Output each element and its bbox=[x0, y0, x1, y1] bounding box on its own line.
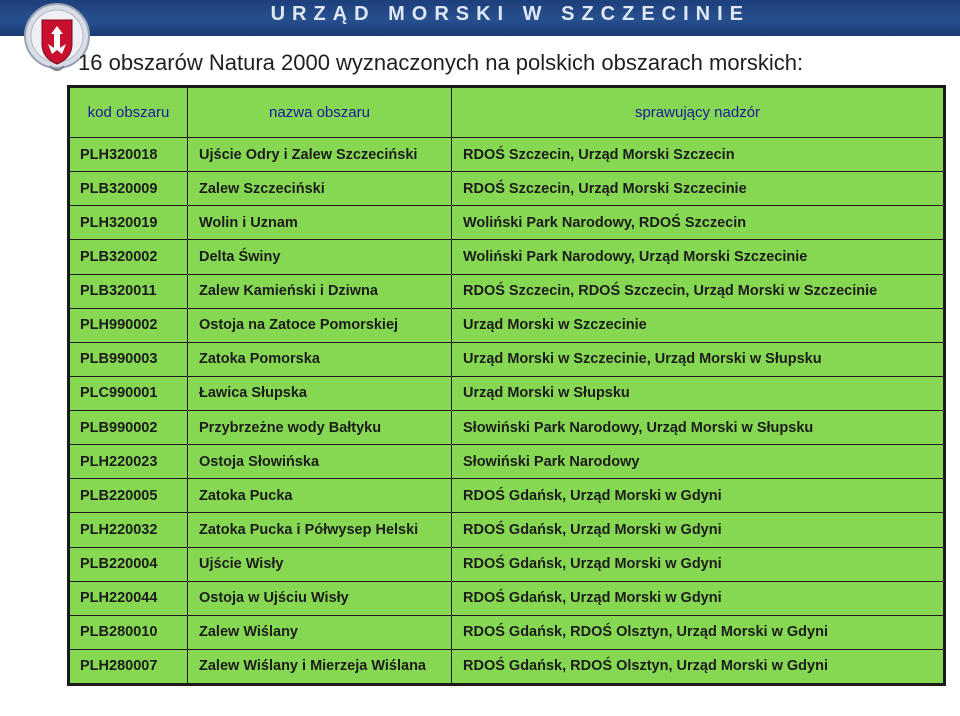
area-name: Zalew Kamieński i Dziwna bbox=[187, 273, 452, 309]
area-name: Ławica Słupska bbox=[187, 375, 452, 412]
area-name: Delta Świny bbox=[187, 239, 452, 275]
area-supervision: RDOŚ Gdańsk, RDOŚ Olsztyn, Urząd Morski … bbox=[451, 648, 944, 685]
area-supervision: RDOŚ Szczecin, RDOŚ Szczecin, Urząd Mors… bbox=[451, 273, 944, 309]
area-name: Ujście Odry i Zalew Szczeciński bbox=[187, 136, 452, 173]
natura-areas-table: kod obszaru nazwa obszaru sprawujący nad… bbox=[67, 85, 946, 686]
area-code: PLH220023 bbox=[69, 444, 188, 480]
area-supervision: Urząd Morski w Słupsku bbox=[451, 375, 944, 412]
area-name: Zatoka Pucka bbox=[187, 478, 452, 514]
area-code: PLB220005 bbox=[69, 478, 188, 514]
area-name: Zalew Wiślany bbox=[187, 614, 452, 650]
area-name: Zalew Wiślany i Mierzeja Wiślana bbox=[187, 648, 452, 685]
page-heading: 16 obszarów Natura 2000 wyznaczonych na … bbox=[78, 50, 804, 75]
area-code: PLB320011 bbox=[69, 273, 188, 309]
area-supervision: Urząd Morski w Szczecinie, Urząd Morski … bbox=[451, 341, 944, 377]
area-name: Ostoja Słowińska bbox=[187, 444, 452, 480]
area-supervision: RDOŚ Gdańsk, Urząd Morski w Gdyni bbox=[451, 546, 944, 582]
area-code: PLB320002 bbox=[69, 239, 188, 275]
table-row: PLC990001 Ławica Słupska Urząd Morski w Sł… bbox=[69, 375, 944, 412]
area-code: PLC990001 bbox=[69, 375, 188, 412]
area-code: PLH220032 bbox=[69, 512, 188, 548]
table-row: PLH320019 Wolin i Uznam Woliński Park Naro… bbox=[69, 205, 944, 241]
area-name: Zatoka Pomorska bbox=[187, 341, 452, 377]
area-supervision: Słowiński Park Narodowy bbox=[451, 444, 944, 480]
area-name: Przybrzeżne wody Bałtyku bbox=[187, 409, 452, 446]
area-code: PLH990002 bbox=[69, 307, 188, 343]
column-header-code: kod obszaru bbox=[69, 87, 188, 138]
area-code: PLB220004 bbox=[69, 546, 188, 582]
table-row: PLB320002 Delta Świny Woliński Park Narodo… bbox=[69, 239, 944, 275]
table-row: PLB220005 Zatoka Pucka RDOŚ Gdańsk, Urząd … bbox=[69, 478, 944, 514]
area-code: PLH320019 bbox=[69, 205, 188, 241]
table-row: PLH220023 Ostoja Słowińska Słowiński Park … bbox=[69, 444, 944, 480]
table-row: PLB320011 Zalew Kamieński i Dziwna RDOŚ Sz… bbox=[69, 273, 944, 309]
area-code: PLH220044 bbox=[69, 580, 188, 616]
area-name: Zalew Szczeciński bbox=[187, 171, 452, 207]
table-row: PLH220032 Zatoka Pucka i Półwysep Helski R… bbox=[69, 512, 944, 548]
area-supervision: Woliński Park Narodowy, RDOŚ Szczecin bbox=[451, 205, 944, 241]
table-row: PLH220044 Ostoja w Ujściu Wisły RDOŚ Gdańs… bbox=[69, 580, 944, 616]
table-body: PLH320018 Ujście Odry i Zalew Szczeciński… bbox=[69, 136, 944, 685]
area-supervision: Woliński Park Narodowy, Urząd Morski Szc… bbox=[451, 239, 944, 275]
area-name: Ostoja na Zatoce Pomorskiej bbox=[187, 307, 452, 343]
table-row: PLB320009 Zalew Szczeciński RDOŚ Szczecin,… bbox=[69, 171, 944, 207]
area-supervision: Słowiński Park Narodowy, Urząd Morski w … bbox=[451, 409, 944, 446]
area-code: PLB280010 bbox=[69, 614, 188, 650]
table-row: PLB990003 Zatoka Pomorska Urząd Morski w S… bbox=[69, 341, 944, 377]
area-name: Ostoja w Ujściu Wisły bbox=[187, 580, 452, 616]
top-banner: URZĄD MORSKI W SZCZECINIE bbox=[0, 0, 960, 36]
area-code: PLH280007 bbox=[69, 648, 188, 685]
area-supervision: RDOŚ Gdańsk, Urząd Morski w Gdyni bbox=[451, 512, 944, 548]
banner-title: URZĄD MORSKI W SZCZECINIE bbox=[270, 3, 750, 25]
area-code: PLB990003 bbox=[69, 341, 188, 377]
table-header-row: kod obszaru nazwa obszaru sprawujący nad… bbox=[69, 87, 944, 138]
table-row: PLH320018 Ujście Odry i Zalew Szczeciński… bbox=[69, 136, 944, 173]
area-code: PLB320009 bbox=[69, 171, 188, 207]
area-supervision: Urząd Morski w Szczecinie bbox=[451, 307, 944, 343]
table-row: PLB220004 Ujście Wisły RDOŚ Gdańsk, Urząd … bbox=[69, 546, 944, 582]
area-supervision: RDOŚ Gdańsk, RDOŚ Olsztyn, Urząd Morski … bbox=[451, 614, 944, 650]
area-name: Zatoka Pucka i Półwysep Helski bbox=[187, 512, 452, 548]
table-row: PLB990002 Przybrzeżne wody Bałtyku Słowińs… bbox=[69, 409, 944, 446]
table-row: PLB280010 Zalew Wiślany RDOŚ Gdańsk, RDOŚ … bbox=[69, 614, 944, 650]
area-supervision: RDOŚ Szczecin, Urząd Morski Szczecin bbox=[451, 136, 944, 173]
column-header-name: nazwa obszaru bbox=[187, 87, 452, 138]
area-supervision: RDOŚ Gdańsk, Urząd Morski w Gdyni bbox=[451, 478, 944, 514]
area-code: PLB990002 bbox=[69, 409, 188, 446]
area-supervision: RDOŚ Gdańsk, Urząd Morski w Gdyni bbox=[451, 580, 944, 616]
area-name: Wolin i Uznam bbox=[187, 205, 452, 241]
area-name: Ujście Wisły bbox=[187, 546, 452, 582]
area-code: PLH320018 bbox=[69, 136, 188, 173]
table-row: PLH990002 Ostoja na Zatoce Pomorskiej Urzą… bbox=[69, 307, 944, 343]
column-header-supervision: sprawujący nadzór bbox=[451, 87, 944, 138]
area-supervision: RDOŚ Szczecin, Urząd Morski Szczecinie bbox=[451, 171, 944, 207]
table-row: PLH280007 Zalew Wiślany i Mierzeja Wiślan… bbox=[69, 648, 944, 685]
